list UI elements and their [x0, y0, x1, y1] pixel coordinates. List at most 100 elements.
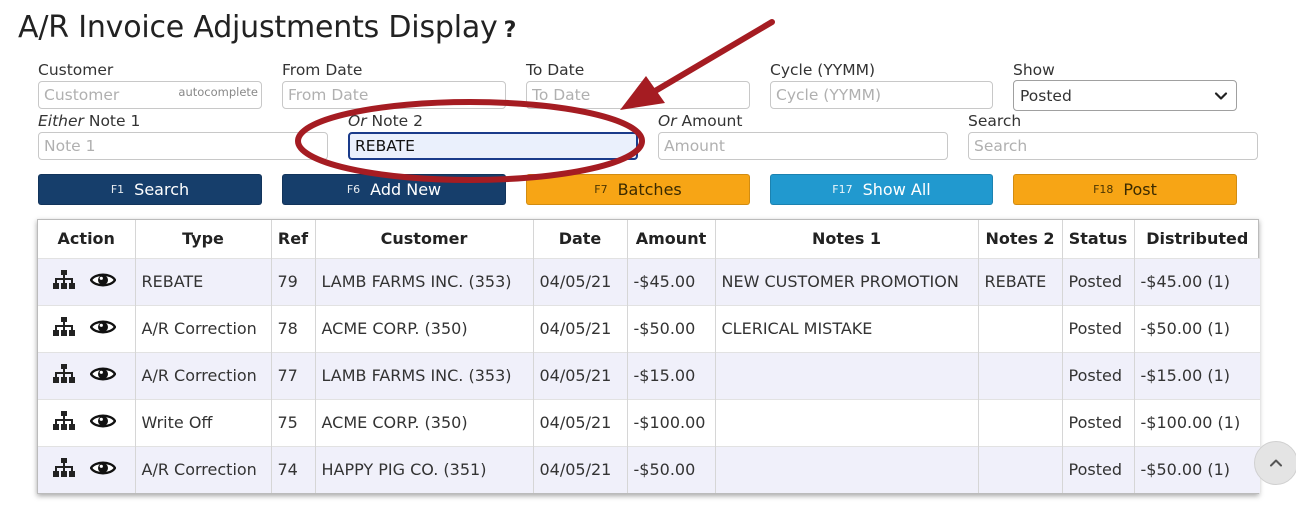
row-actions [38, 257, 136, 305]
cell-distributed: -$50.00 (1) [1134, 304, 1260, 352]
header-distributed[interactable]: Distributed [1134, 220, 1260, 258]
table-row: REBATE 79 LAMB FARMS INC. (353) 04/05/21 -$4… [38, 257, 1260, 305]
batches-key: F7 [594, 183, 608, 196]
help-icon[interactable]: ? [504, 18, 517, 43]
cell-notes2 [978, 304, 1063, 352]
note1-input[interactable] [38, 132, 328, 160]
add-new-button-label: Add New [370, 180, 442, 199]
cell-date: 04/05/21 [533, 257, 628, 305]
header-amount[interactable]: Amount [627, 220, 716, 258]
hierarchy-icon[interactable] [52, 410, 76, 436]
search-button[interactable]: F1 Search [38, 174, 262, 205]
cell-status: Posted [1062, 304, 1135, 352]
add-new-button[interactable]: F6 Add New [282, 174, 506, 205]
hierarchy-icon[interactable] [52, 316, 76, 342]
header-notes2[interactable]: Notes 2 [978, 220, 1063, 258]
note2-field: Or Note 2 [348, 112, 638, 160]
cell-distributed: -$100.00 (1) [1134, 398, 1260, 446]
batches-button-label: Batches [617, 180, 682, 199]
post-button[interactable]: F18 Post [1013, 174, 1237, 205]
search-key: F1 [110, 183, 125, 196]
table-row: A/R Correction 78 ACME CORP. (350) 04/05/21… [38, 304, 1260, 352]
row-actions [38, 445, 136, 493]
hierarchy-icon[interactable] [52, 269, 76, 295]
scroll-to-top-button[interactable] [1254, 441, 1296, 485]
cycle-input[interactable] [770, 81, 993, 109]
cell-date: 04/05/21 [533, 445, 628, 493]
chevron-up-icon [1270, 459, 1282, 467]
show-select[interactable]: Posted [1013, 80, 1237, 111]
note2-input[interactable] [348, 132, 638, 160]
cell-type: A/R Correction [135, 351, 272, 399]
to-date-input[interactable] [526, 81, 750, 109]
header-type[interactable]: Type [135, 220, 272, 258]
cell-customer: HAPPY PIG CO. (351) [315, 445, 534, 493]
amount-field: Or Amount [658, 112, 948, 160]
header-ref[interactable]: Ref [271, 220, 316, 258]
cell-status: Posted [1062, 257, 1135, 305]
row-actions [38, 398, 136, 446]
search-input[interactable] [968, 132, 1258, 160]
cell-customer: ACME CORP. (350) [315, 304, 534, 352]
note1-label: Either Note 1 [38, 112, 141, 130]
cell-distributed: -$45.00 (1) [1134, 257, 1260, 305]
cell-notes2 [978, 351, 1063, 399]
cell-notes1 [715, 398, 979, 446]
cell-ref: 77 [271, 351, 316, 399]
search-label: Search [968, 112, 1022, 130]
amount-input[interactable] [658, 132, 948, 160]
to-date-label: To Date [526, 61, 585, 79]
customer-input[interactable] [38, 81, 262, 109]
cell-type: REBATE [135, 257, 272, 305]
table-row: A/R Correction 77 LAMB FARMS INC. (353) 04/… [38, 351, 1260, 399]
cell-notes2: REBATE [978, 257, 1063, 305]
customer-field: Customer autocomplete [38, 61, 262, 109]
from-date-input[interactable] [282, 81, 506, 109]
header-customer[interactable]: Customer [315, 220, 534, 258]
header-date[interactable]: Date [533, 220, 628, 258]
table-row: A/R Correction 74 HAPPY PIG CO. (351) 04/05… [38, 445, 1260, 493]
cell-status: Posted [1062, 398, 1135, 446]
cell-date: 04/05/21 [533, 304, 628, 352]
show-all-button[interactable]: F17 Show All [770, 174, 993, 205]
to-date-field: To Date [526, 61, 750, 109]
show-label: Show [1013, 61, 1055, 79]
adjustments-table: Action Type Ref Customer Date Amount Not… [37, 219, 1260, 494]
cell-notes1 [715, 445, 979, 493]
cell-amount: -$15.00 [627, 351, 716, 399]
cell-notes1: NEW CUSTOMER PROMOTION [715, 257, 979, 305]
hierarchy-icon[interactable] [52, 363, 76, 389]
eye-icon[interactable] [89, 412, 117, 434]
cell-customer: ACME CORP. (350) [315, 398, 534, 446]
eye-icon[interactable] [89, 271, 117, 293]
search-button-label: Search [134, 180, 190, 199]
header-action[interactable]: Action [38, 220, 136, 258]
cell-ref: 78 [271, 304, 316, 352]
cell-notes2 [978, 398, 1063, 446]
eye-icon[interactable] [89, 459, 117, 481]
cell-notes1 [715, 351, 979, 399]
note1-field: Either Note 1 [38, 112, 328, 160]
cell-customer: LAMB FARMS INC. (353) [315, 351, 534, 399]
cell-ref: 74 [271, 445, 316, 493]
show-field: Show Posted [1013, 61, 1237, 111]
post-button-label: Post [1123, 180, 1157, 199]
cell-status: Posted [1062, 351, 1135, 399]
eye-icon[interactable] [89, 318, 117, 340]
cell-amount: -$45.00 [627, 257, 716, 305]
from-date-field: From Date [282, 61, 506, 109]
cell-type: A/R Correction [135, 304, 272, 352]
table-row: Write Off 75 ACME CORP. (350) 04/05/21 -$100… [38, 398, 1260, 446]
cycle-label: Cycle (YYMM) [770, 61, 876, 79]
cell-amount: -$100.00 [627, 398, 716, 446]
show-all-button-label: Show All [862, 180, 931, 199]
header-notes1[interactable]: Notes 1 [715, 220, 979, 258]
cell-date: 04/05/21 [533, 351, 628, 399]
header-status[interactable]: Status [1062, 220, 1135, 258]
post-key: F18 [1093, 183, 1114, 196]
hierarchy-icon[interactable] [52, 457, 76, 483]
eye-icon[interactable] [89, 365, 117, 387]
show-all-key: F17 [832, 183, 853, 196]
batches-button[interactable]: F7 Batches [526, 174, 750, 205]
cell-notes1: CLERICAL MISTAKE [715, 304, 979, 352]
